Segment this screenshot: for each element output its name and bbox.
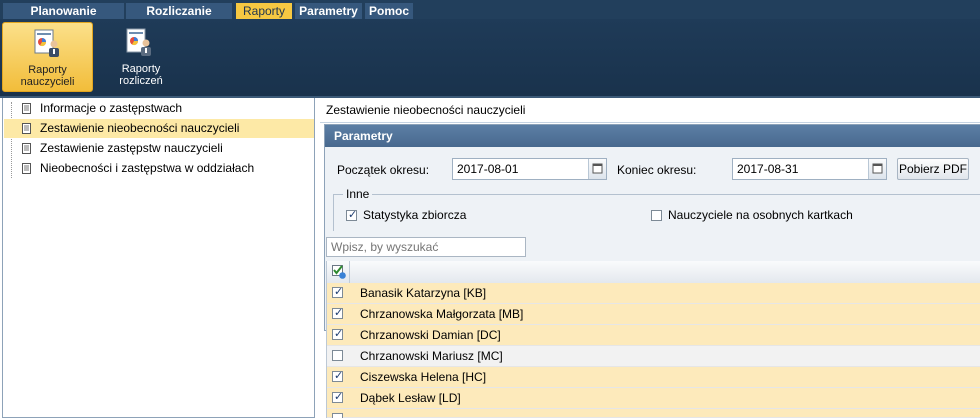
row-checkbox[interactable] [332, 350, 343, 361]
teacher-name: Ciszewska Helena [HC] [360, 370, 487, 384]
top-menu-bar: Planowanie zastępstw Rozliczanie godzin … [0, 0, 980, 34]
tree-item-label: Informacje o zastępstwach [40, 101, 183, 115]
document-icon [22, 123, 31, 134]
teacher-name: Dąbek Lesław [LD] [360, 391, 461, 405]
tab-planowanie-zastepstw[interactable]: Planowanie zastępstw [3, 3, 124, 34]
tree-item-label: Nieobecności i zastępstwa w oddziałach [40, 161, 255, 175]
row-checkbox[interactable]: ✓ [332, 308, 343, 319]
summary-stats-checkbox[interactable]: ✓ [346, 210, 357, 221]
tab-raporty[interactable]: Raporty [236, 3, 292, 19]
tab-pomoc[interactable]: Pomoc [365, 3, 413, 19]
tree-item-label: Zestawienie zastępstw nauczycieli [40, 141, 223, 155]
search-input[interactable] [331, 239, 521, 255]
other-options-group: Inne ✓ Statystyka zbiorcza Nauczyciele n… [333, 187, 980, 231]
table-row[interactable]: ✓ Ciszewska Helena [HC] [327, 367, 980, 388]
settlement-reports-label-2: rozliczeń [119, 75, 163, 87]
tree-item-label: Zestawienie nieobecności nauczycieli [40, 121, 240, 135]
teachers-grid: ✓ Banasik Katarzyna [KB] ✓ Chrzanowska M… [326, 261, 980, 418]
settlement-reports-label-1: Raporty [121, 63, 161, 75]
report-title: Zestawienie nieobecności nauczycieli [320, 98, 980, 123]
table-row[interactable]: ✓ Chrzanowska Małgorzata [MB] [327, 304, 980, 325]
table-row[interactable]: ✓ Banasik Katarzyna [KB] [327, 283, 980, 304]
start-date-field[interactable]: 2017-08-01 [452, 158, 607, 180]
download-pdf-button[interactable]: Pobierz PDF [897, 158, 969, 180]
teacher-report-icon [34, 29, 59, 57]
end-date-field[interactable]: 2017-08-31 [732, 158, 887, 180]
other-options-label: Inne [343, 187, 373, 201]
separate-pages-label: Nauczyciele na osobnych kartkach [668, 208, 853, 222]
parameters-header: Parametry [325, 125, 980, 147]
report-tree: Informacje o zastępstwach Zestawienie ni… [2, 98, 315, 418]
teacher-name: Chrzanowski Mariusz [MC] [360, 349, 503, 363]
calendar-icon[interactable] [588, 159, 606, 179]
end-date-value: 2017-08-31 [737, 162, 799, 176]
document-icon [22, 103, 31, 114]
row-checkbox[interactable]: ✓ [332, 392, 343, 403]
start-date-value: 2017-08-01 [457, 162, 519, 176]
ribbon-toolbar: Raporty nauczycieli Raporty rozliczeń [0, 19, 980, 96]
teacher-name: Chrzanowski Damian [DC] [360, 328, 501, 342]
summary-stats-label: Statystyka zbiorcza [363, 208, 467, 222]
start-date-label: Początek okresu: [337, 163, 430, 177]
document-icon [22, 143, 31, 154]
settlement-reports-button[interactable]: Raporty rozliczeń [96, 22, 186, 92]
table-row[interactable]: Chrzanowski Mariusz [MC] [327, 346, 980, 367]
teacher-reports-label-1: Raporty [28, 64, 67, 76]
tree-item-zestawienie-nieobecnosci[interactable]: Zestawienie nieobecności nauczycieli [4, 119, 314, 138]
row-checkbox[interactable]: ✓ [332, 371, 343, 382]
teacher-reports-button[interactable]: Raporty nauczycieli [2, 22, 93, 92]
tab-rozliczanie-godzin[interactable]: Rozliczanie godzin [126, 3, 232, 34]
document-icon [22, 163, 31, 174]
teacher-name: Banasik Katarzyna [KB] [360, 286, 487, 300]
tab-parametry[interactable]: Parametry [295, 3, 362, 19]
header-separator [349, 261, 350, 283]
grid-header [327, 261, 980, 284]
table-row-partial [327, 409, 980, 418]
calendar-icon[interactable] [868, 159, 886, 179]
tree-item-zestawienie-zastepstw[interactable]: Zestawienie zastępstw nauczycieli [4, 139, 314, 158]
settlement-report-icon [126, 28, 151, 56]
end-date-label: Koniec okresu: [617, 163, 697, 177]
report-panel: Zestawienie nieobecności nauczycieli Par… [320, 98, 980, 418]
table-row[interactable]: ✓ Chrzanowski Damian [DC] [327, 325, 980, 346]
row-checkbox[interactable]: ✓ [332, 329, 343, 340]
select-all-icon[interactable] [332, 265, 346, 279]
tree-item-informacje[interactable]: Informacje o zastępstwach [4, 99, 314, 118]
separate-pages-checkbox[interactable] [651, 210, 662, 221]
teacher-name: Chrzanowska Małgorzata [MB] [360, 307, 524, 321]
search-box[interactable] [326, 237, 526, 257]
teacher-reports-label-2: nauczycieli [20, 76, 75, 88]
row-checkbox[interactable] [332, 413, 343, 418]
tree-item-nieobecnosci-oddzialy[interactable]: Nieobecności i zastępstwa w oddziałach [4, 159, 314, 178]
row-checkbox[interactable]: ✓ [332, 287, 343, 298]
table-row[interactable]: ✓ Dąbek Lesław [LD] [327, 388, 980, 409]
